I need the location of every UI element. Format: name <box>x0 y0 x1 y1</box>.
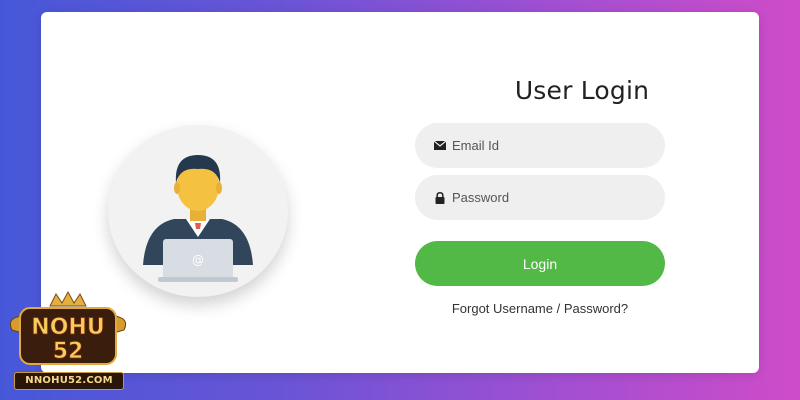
lock-icon <box>433 191 446 204</box>
crown-icon <box>49 290 87 307</box>
at-sign-icon: @ <box>192 253 204 267</box>
password-field[interactable] <box>415 175 665 220</box>
brand-url-badge: NNOHU52.COM <box>14 372 124 390</box>
svg-text:NOHU: NOHU <box>31 315 104 340</box>
brand-logo-graphic: NOHU 52 <box>9 290 127 365</box>
password-input[interactable] <box>452 190 642 205</box>
email-field[interactable] <box>415 123 665 168</box>
envelope-icon <box>433 139 446 152</box>
page-title: User Login <box>514 76 650 105</box>
user-avatar-icon: @ <box>143 155 253 282</box>
svg-text:52: 52 <box>53 339 84 364</box>
tie-knot <box>195 223 201 229</box>
login-button[interactable]: Login <box>415 241 665 286</box>
forgot-credentials-link[interactable]: Forgot Username / Password? <box>415 301 665 316</box>
email-input[interactable] <box>452 138 642 153</box>
user-avatar-illustration: @ <box>108 125 288 297</box>
